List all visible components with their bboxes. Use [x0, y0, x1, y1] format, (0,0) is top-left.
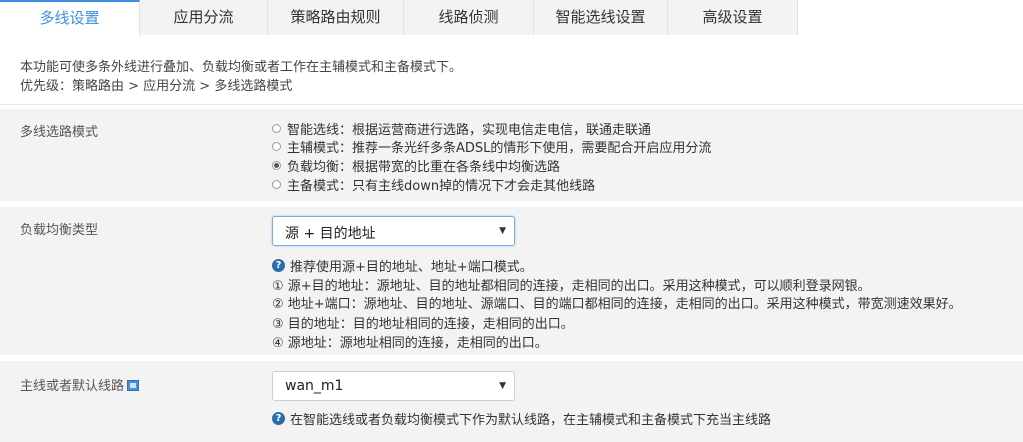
intro-priority: 优先级：策略路由 > 应用分流 > 多线选路模式 — [20, 79, 293, 94]
tab-line-detection[interactable]: 线路侦测 — [404, 0, 534, 35]
tab-smart-line-settings[interactable]: 智能选线设置 — [534, 0, 668, 35]
mode-option-label: 智能选线：根据运营商进行选路，实现电信走电信，联通走联通 — [287, 123, 652, 138]
tab-bar: 多线设置 应用分流 策略路由规则 线路侦测 智能选线设置 高级设置 — [0, 0, 1023, 37]
info-box-icon[interactable] — [127, 380, 140, 391]
mode-option-primary-backup[interactable]: 主备模式：只有主线down掉的情况下才会走其他线路 — [272, 176, 596, 194]
tab-app-split[interactable]: 应用分流 — [140, 0, 268, 35]
mode-label: 多线选路模式 — [20, 125, 99, 140]
tab-multiline-settings[interactable]: 多线设置 — [0, 0, 140, 37]
mode-option-label: 主备模式：只有主线down掉的情况下才会走其他线路 — [287, 179, 596, 194]
help-text: 推荐使用源+目的地址、地址+端口模式。 — [290, 260, 533, 275]
default-line-section: 主线或者默认线路 wan_m1 ▼ ? 在智能选线或者负载均衡模式下作为默认线路… — [0, 361, 1023, 442]
load-balance-help-4: ④ 源地址：源地址相同的连接，走相同的出口。 — [272, 336, 548, 351]
select-value: wan_m1 — [285, 378, 344, 394]
tab-policy-route-rules[interactable]: 策略路由规则 — [268, 0, 404, 35]
default-line-label-row: 主线或者默认线路 — [20, 375, 140, 394]
load-balance-help-tip: ? 推荐使用源+目的地址、地址+端口模式。 — [272, 256, 533, 275]
select-value: 源 + 目的地址 — [285, 226, 376, 242]
load-balance-help-2: ② 地址+端口：源地址、目的地址、源端口、目的端口都相同的连接，走相同的出口。采… — [272, 297, 962, 312]
default-line-select[interactable]: wan_m1 ▼ — [272, 371, 515, 401]
default-line-help: ? 在智能选线或者负载均衡模式下作为默认线路，在主辅模式和主备模式下充当主线路 — [272, 409, 771, 428]
mode-option-smart[interactable]: 智能选线：根据运营商进行选路，实现电信走电信，联通走联通 — [272, 120, 652, 138]
radio-checked-icon[interactable] — [272, 161, 281, 170]
radio-icon[interactable] — [272, 124, 281, 133]
mode-option-label: 负载均衡：根据带宽的比重在各条线中均衡选路 — [287, 160, 561, 175]
load-balance-label: 负载均衡类型 — [20, 223, 99, 238]
load-balance-help-1: ① 源+目的地址：源地址、目的地址都相同的连接，走相同的出口。采用这种模式，可以… — [272, 279, 871, 294]
mode-option-primary-aux[interactable]: 主辅模式：推荐一条光纤多条ADSL的情形下使用，需要配合开启应用分流 — [272, 138, 712, 156]
question-circle-icon: ? — [272, 259, 285, 272]
mode-option-load-balance[interactable]: 负载均衡：根据带宽的比重在各条线中均衡选路 — [272, 157, 561, 175]
caret-down-icon: ▼ — [499, 381, 506, 391]
tab-advanced-settings[interactable]: 高级设置 — [668, 0, 798, 35]
load-balance-type-select[interactable]: 源 + 目的地址 ▼ — [272, 216, 515, 246]
load-balance-help-3: ③ 目的地址：目的地址相同的连接，走相同的出口。 — [272, 317, 574, 332]
intro-description: 本功能可使多条外线进行叠加、负载均衡或者工作在主辅模式和主备模式下。 — [20, 60, 463, 75]
load-balance-section: 负载均衡类型 源 + 目的地址 ▼ ? 推荐使用源+目的地址、地址+端口模式。 … — [0, 207, 1023, 356]
intro-panel: 本功能可使多条外线进行叠加、负载均衡或者工作在主辅模式和主备模式下。 优先级：策… — [0, 36, 1023, 105]
default-line-label: 主线或者默认线路 — [20, 379, 125, 394]
caret-down-icon: ▼ — [499, 226, 506, 236]
radio-icon[interactable] — [272, 180, 281, 189]
mode-option-label: 主辅模式：推荐一条光纤多条ADSL的情形下使用，需要配合开启应用分流 — [287, 141, 712, 156]
question-circle-icon: ? — [272, 412, 285, 425]
mode-section: 多线选路模式 智能选线：根据运营商进行选路，实现电信走电信，联通走联通 主辅模式… — [0, 109, 1023, 202]
radio-icon[interactable] — [272, 142, 281, 151]
help-text: 在智能选线或者负载均衡模式下作为默认线路，在主辅模式和主备模式下充当主线路 — [290, 413, 772, 428]
